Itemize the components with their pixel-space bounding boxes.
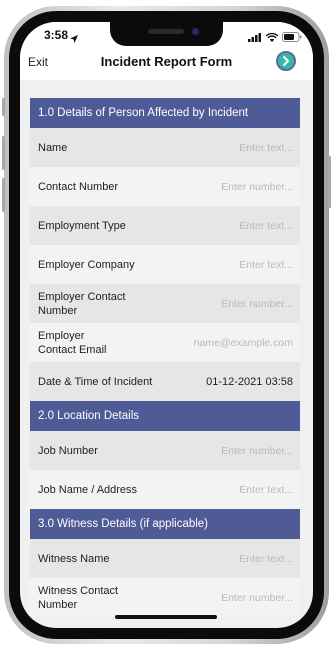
contact-number-input[interactable]: Enter number... [221, 181, 293, 193]
witness-contact-number-input[interactable]: Enter number... [221, 592, 293, 604]
home-indicator[interactable] [115, 615, 217, 619]
field-label-line: Contact Email [38, 343, 107, 356]
field-employer-contact-email[interactable]: Employer Contact Email name@example.com [30, 323, 300, 362]
field-label: Employment Type [38, 219, 126, 232]
employment-type-input[interactable]: Enter text... [239, 220, 293, 232]
field-label-line: Number [38, 304, 78, 317]
signal-icon [248, 29, 262, 47]
section-header-person: 1.0 Details of Person Affected by Incide… [30, 98, 300, 128]
status-time: 3:58 [44, 28, 69, 42]
field-name[interactable]: Name Enter text... [30, 128, 300, 167]
field-job-name-address[interactable]: Job Name / Address Enter text... [30, 470, 300, 509]
field-label: Date & Time of Incident [38, 375, 153, 388]
screen: 3:58 Exit Incident Report Form 1.0 Detai… [20, 22, 313, 628]
field-label: Name [38, 141, 68, 154]
next-button[interactable] [276, 51, 296, 71]
field-label: Witness Name [38, 552, 110, 565]
field-contact-number[interactable]: Contact Number Enter number... [30, 167, 300, 206]
field-label-line: Number [38, 598, 78, 611]
page-title: Incident Report Form [100, 54, 233, 69]
employer-contact-email-input[interactable]: name@example.com [194, 337, 293, 349]
field-label-line: Employer Contact [38, 290, 126, 303]
camera [192, 28, 199, 35]
chevron-right-icon [283, 56, 289, 66]
incident-form: 1.0 Details of Person Affected by Incide… [30, 98, 300, 617]
field-label: Contact Number [38, 180, 119, 193]
field-label: Employer Company [38, 258, 135, 271]
name-input[interactable]: Enter text... [239, 142, 293, 154]
field-job-number[interactable]: Job Number Enter number... [30, 431, 300, 470]
field-label: Job Name / Address [38, 483, 138, 496]
field-label: Witness Contact Number [38, 584, 118, 612]
job-number-input[interactable]: Enter number... [221, 445, 293, 457]
field-label-line: Employer [38, 329, 85, 342]
incident-datetime-picker[interactable]: 01-12-2021 03:58 [206, 376, 293, 388]
volume-down-button [2, 178, 5, 212]
power-button [328, 156, 331, 208]
employer-contact-number-input[interactable]: Enter number... [221, 298, 293, 310]
field-witness-name[interactable]: Witness Name Enter text... [30, 539, 300, 578]
section-header-witness: 3.0 Witness Details (if applicable) [30, 509, 300, 539]
speaker [148, 29, 184, 34]
field-label: Employer Contact Number [38, 290, 125, 318]
witness-name-input[interactable]: Enter text... [239, 553, 293, 565]
nav-bar: Exit Incident Report Form [20, 46, 313, 80]
job-name-address-input[interactable]: Enter text... [239, 484, 293, 496]
section-header-location: 2.0 Location Details [30, 401, 300, 431]
field-label-line: Witness Contact [38, 584, 119, 597]
field-label: Employer Contact Email [38, 329, 106, 357]
status-icons [248, 29, 302, 47]
notch [110, 22, 223, 46]
field-employment-type[interactable]: Employment Type Enter text... [30, 206, 300, 245]
field-witness-contact-number[interactable]: Witness Contact Number Enter number... [30, 578, 300, 617]
volume-up-button [2, 136, 5, 170]
wifi-icon [265, 29, 279, 47]
field-incident-datetime[interactable]: Date & Time of Incident 01-12-2021 03:58 [30, 362, 300, 401]
mute-switch [2, 98, 5, 116]
employer-company-input[interactable]: Enter text... [239, 259, 293, 271]
field-label: Job Number [38, 444, 98, 457]
field-employer-contact-number[interactable]: Employer Contact Number Enter number... [30, 284, 300, 323]
battery-icon [282, 29, 302, 47]
field-employer-company[interactable]: Employer Company Enter text... [30, 245, 300, 284]
